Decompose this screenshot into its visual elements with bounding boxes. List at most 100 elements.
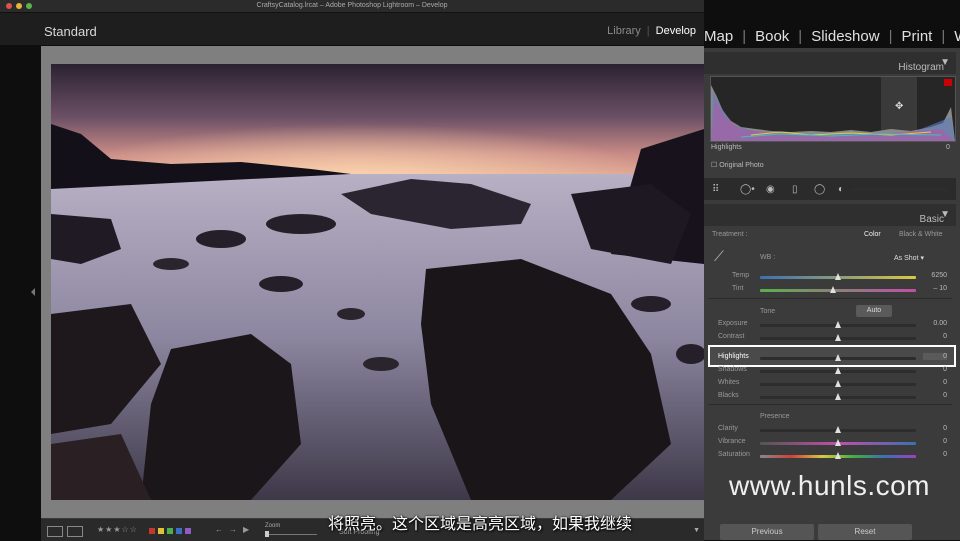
wb-preset-dropdown[interactable]: As Shot ▾ (894, 254, 924, 262)
vibrance-label: Vibrance (718, 438, 746, 445)
right-panel: Histogram ▼ ✥ Highlights 0 ☐ Original Ph… (704, 48, 960, 540)
module-library[interactable]: Library (607, 25, 641, 37)
saturation-slider-knob[interactable] (835, 452, 841, 459)
module-print[interactable]: Print (901, 28, 932, 45)
wb-label: WB : (760, 254, 776, 261)
contrast-slider[interactable] (760, 334, 916, 341)
contrast-slider-knob[interactable] (835, 334, 841, 341)
zoom-window-button[interactable] (26, 3, 32, 9)
vibrance-slider[interactable] (760, 439, 916, 446)
module-picker-overflow: Map | Book | Slideshow | Print | We (704, 28, 960, 45)
auto-tone-button[interactable]: Auto (856, 305, 892, 317)
whites-value[interactable]: 0 (923, 379, 947, 386)
wb-preset-value: As Shot (894, 255, 919, 262)
seascape-photo (51, 64, 704, 500)
module-separator: | (646, 25, 650, 37)
highlights-value[interactable]: 0 (923, 353, 947, 360)
histogram-display[interactable]: ✥ (710, 76, 956, 142)
vibrance-slider-knob[interactable] (835, 439, 841, 446)
adjustment-brush-icon[interactable]: ◐ (838, 184, 844, 195)
histogram-title: Histogram (898, 62, 944, 73)
white-balance-selector-icon[interactable]: ⟋ (714, 248, 724, 265)
highlights-slider-knob[interactable] (835, 354, 841, 361)
identity-plate: Standard (44, 24, 97, 39)
original-photo-checkbox[interactable]: ☐ Original Photo (711, 161, 764, 169)
vibrance-value[interactable]: 0 (923, 438, 947, 445)
module-map[interactable]: Map (704, 28, 733, 45)
svg-text:✥: ✥ (895, 101, 903, 112)
shadows-slider[interactable] (760, 367, 916, 374)
module-develop[interactable]: Develop (656, 25, 696, 37)
module-separator: | (888, 28, 893, 45)
clarity-value[interactable]: 0 (923, 425, 947, 432)
temp-slider[interactable] (760, 273, 916, 280)
module-picker: Library | Develop (607, 25, 696, 37)
treatment-color-button[interactable]: Color (864, 231, 881, 238)
clarity-label: Clarity (718, 425, 738, 432)
blacks-value[interactable]: 0 (923, 392, 947, 399)
highlights-slider[interactable] (760, 354, 916, 361)
histogram-readout-label: Highlights (711, 144, 742, 151)
whites-slider[interactable] (760, 380, 916, 387)
contrast-value[interactable]: 0 (923, 333, 947, 340)
tool-amount-slider[interactable] (850, 188, 948, 191)
exposure-slider[interactable] (760, 321, 916, 328)
blacks-label: Blacks (718, 392, 739, 399)
saturation-label: Saturation (718, 451, 750, 458)
basic-panel-header[interactable]: Basic ▼ (704, 204, 956, 226)
saturation-value[interactable]: 0 (923, 451, 947, 458)
tone-label: Tone (760, 308, 776, 315)
photo-preview[interactable] (51, 64, 704, 500)
clarity-slider-knob[interactable] (835, 426, 841, 433)
window-controls[interactable] (6, 3, 32, 9)
clarity-slider[interactable] (760, 426, 916, 433)
module-separator: | (941, 28, 946, 45)
exposure-label: Exposure (718, 320, 748, 327)
histogram-panel-header[interactable]: Histogram ▼ (704, 52, 956, 74)
whites-label: Whites (718, 379, 740, 386)
crop-overlay-icon[interactable]: ⠿ (712, 184, 719, 195)
minimize-window-button[interactable] (16, 3, 22, 9)
module-book[interactable]: Book (755, 28, 789, 45)
tint-label: Tint (732, 285, 744, 292)
histogram-readout-value: 0 (946, 144, 950, 151)
blacks-slider[interactable] (760, 393, 916, 400)
watermark: www.hunls.com (728, 470, 930, 501)
shadows-label: Shadows (718, 366, 747, 373)
temp-slider-knob[interactable] (835, 273, 841, 280)
exposure-slider-knob[interactable] (835, 321, 841, 328)
tint-value[interactable]: – 10 (923, 285, 947, 292)
spot-removal-icon[interactable]: ◯• (740, 184, 755, 195)
exposure-value[interactable]: 0.00 (923, 320, 947, 327)
zoom-slider[interactable] (265, 534, 317, 535)
module-web[interactable]: We (954, 28, 960, 45)
presence-label: Presence (760, 413, 790, 420)
tint-slider[interactable] (760, 286, 916, 293)
section-divider (708, 404, 952, 405)
treatment-label: Treatment : (712, 231, 748, 238)
section-divider (708, 298, 952, 299)
shadows-value[interactable]: 0 (923, 366, 947, 373)
original-photo-label: Original Photo (719, 162, 764, 169)
radial-filter-icon[interactable]: ◯ (814, 184, 825, 195)
left-panel-toggle-icon[interactable] (31, 288, 35, 296)
histogram-graph: ✥ (711, 77, 955, 141)
graduated-filter-icon[interactable]: ▯ (792, 184, 798, 195)
shadows-slider-knob[interactable] (835, 367, 841, 374)
window-titlebar: CraftsyCatalog.lrcat – Adobe Photoshop L… (0, 0, 704, 13)
whites-slider-knob[interactable] (835, 380, 841, 387)
treatment-bw-button[interactable]: Black & White (899, 231, 943, 238)
temp-label: Temp (732, 272, 750, 279)
temp-value[interactable]: 6250 (923, 272, 947, 279)
close-window-button[interactable] (6, 3, 12, 9)
red-eye-icon[interactable]: ◉ (766, 184, 775, 195)
saturation-slider[interactable] (760, 452, 916, 459)
video-subtitle: 将照亮。这个区域是高亮区域，如果我继续 (327, 516, 632, 533)
contrast-label: Contrast (718, 333, 745, 340)
module-bar: Standard Library | Develop (0, 13, 704, 45)
blacks-slider-knob[interactable] (835, 393, 841, 400)
basic-title: Basic (919, 214, 944, 225)
window-title: CraftsyCatalog.lrcat – Adobe Photoshop L… (256, 2, 448, 9)
tint-slider-knob[interactable] (830, 286, 837, 293)
module-slideshow[interactable]: Slideshow (811, 28, 879, 45)
